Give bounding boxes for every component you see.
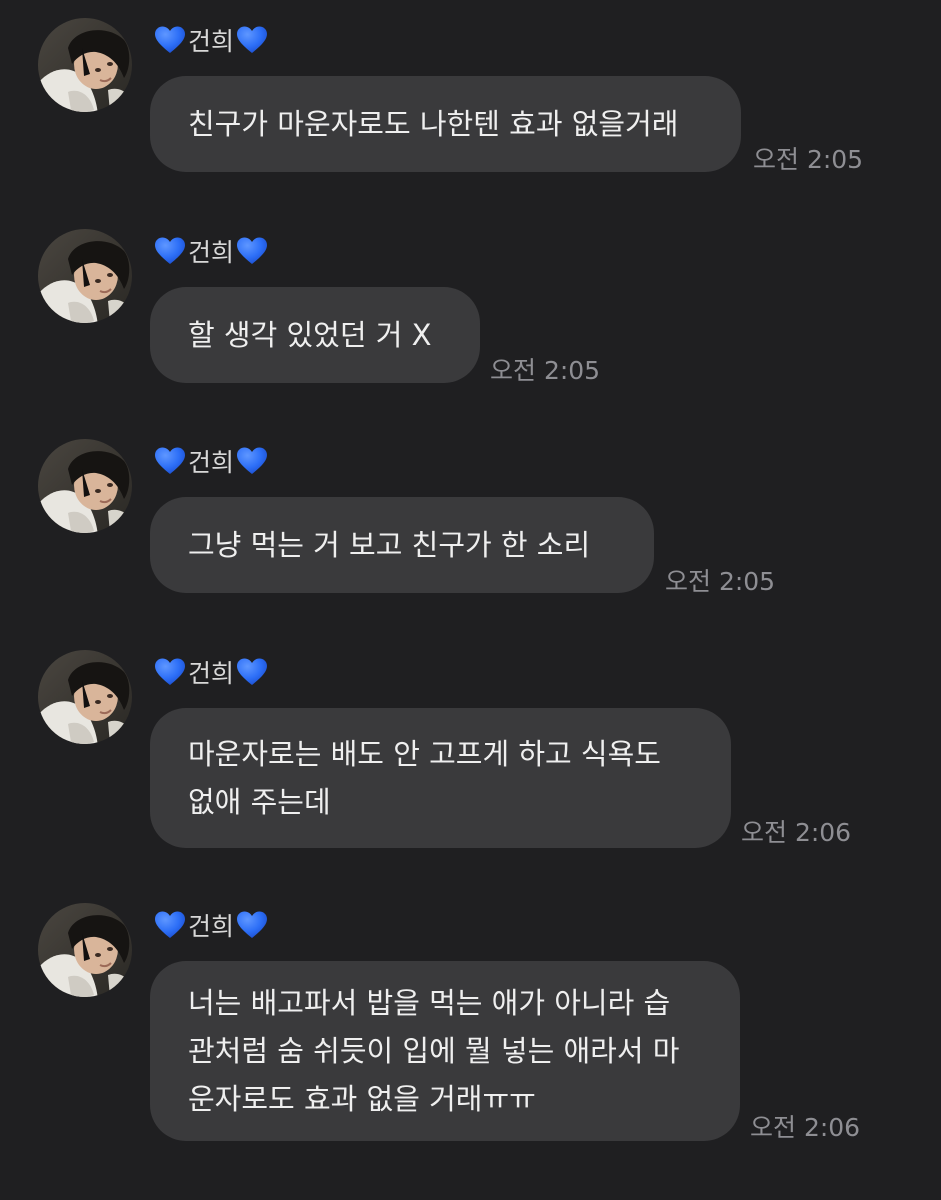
message-text-line: 운자로도 효과 없을 거래ㅠㅠ [188, 1082, 536, 1116]
message-text-line: 없애 주는데 [188, 785, 331, 819]
sender-name: 건희 [188, 912, 235, 941]
message-bubble[interactable]: 그냥 먹는 거 보고 친구가 한 소리 [150, 497, 654, 593]
message-bubble[interactable]: 마운자로는 배도 안 고프게 하고 식욕도 없애 주는데 [150, 708, 731, 848]
message-bubble[interactable]: 친구가 마운자로도 나한텐 효과 없을거래 [150, 76, 741, 172]
blue-heart-icon [236, 910, 268, 940]
message-text: 그냥 먹는 거 보고 친구가 한 소리 [188, 528, 591, 562]
blue-heart-icon [236, 657, 268, 687]
message-text: 할 생각 있었던 거 X [188, 318, 432, 352]
message-time: 오전 2:06 [750, 1113, 861, 1142]
blue-heart-icon [236, 25, 268, 55]
message-time: 오전 2:05 [490, 356, 601, 385]
message-time: 오전 2:06 [741, 818, 852, 847]
sender-name-row: 건희 [154, 907, 268, 943]
sender-name-row: 건희 [154, 654, 268, 690]
blue-heart-icon [154, 446, 186, 476]
sender-avatar[interactable] [38, 18, 132, 112]
blue-heart-icon [154, 236, 186, 266]
sender-avatar[interactable] [38, 229, 132, 323]
message-text: 친구가 마운자로도 나한텐 효과 없을거래 [188, 107, 679, 141]
sender-name-row: 건희 [154, 22, 268, 58]
blue-heart-icon [236, 236, 268, 266]
message-time: 오전 2:05 [753, 145, 864, 174]
sender-name: 건희 [188, 448, 235, 477]
sender-name: 건희 [188, 659, 235, 688]
message-text-line: 관처럼 숨 쉬듯이 입에 뭘 넣는 애라서 마 [188, 1034, 680, 1068]
blue-heart-icon [154, 910, 186, 940]
sender-name: 건희 [188, 27, 235, 56]
sender-name: 건희 [188, 238, 235, 267]
message-bubble[interactable]: 너는 배고파서 밥을 먹는 애가 아니라 습 관처럼 숨 쉬듯이 입에 뭘 넣는… [150, 961, 740, 1141]
sender-name-row: 건희 [154, 233, 268, 269]
sender-avatar[interactable] [38, 650, 132, 744]
blue-heart-icon [236, 446, 268, 476]
sender-avatar[interactable] [38, 903, 132, 997]
blue-heart-icon [154, 25, 186, 55]
message-time: 오전 2:05 [665, 567, 776, 596]
message-text-line: 너는 배고파서 밥을 먹는 애가 아니라 습 [188, 986, 671, 1020]
blue-heart-icon [154, 657, 186, 687]
sender-name-row: 건희 [154, 443, 268, 479]
message-text-line: 마운자로는 배도 안 고프게 하고 식욕도 [188, 737, 661, 771]
message-bubble[interactable]: 할 생각 있었던 거 X [150, 287, 480, 383]
sender-avatar[interactable] [38, 439, 132, 533]
